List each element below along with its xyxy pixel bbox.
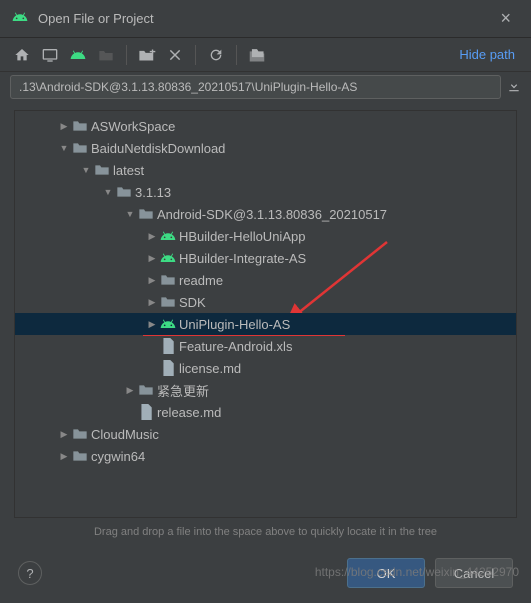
toolbar: Hide path [0, 38, 531, 72]
tree-row[interactable]: ▼ 3.1.13 [15, 181, 516, 203]
file-icon [137, 404, 155, 420]
new-folder-icon[interactable] [135, 43, 159, 67]
tree-row[interactable]: ▶ cygwin64 [15, 445, 516, 467]
tree-label: UniPlugin-Hello-AS [177, 317, 290, 332]
twistie-icon[interactable]: ▶ [57, 451, 71, 462]
tree-row[interactable]: ▼ latest [15, 159, 516, 181]
folder-icon [115, 185, 133, 199]
tree-label: 紧急更新 [155, 381, 209, 400]
twistie-icon[interactable]: ▼ [101, 187, 115, 197]
separator [236, 45, 237, 65]
titlebar: Open File or Project × [0, 0, 531, 38]
twistie-icon[interactable]: ▶ [145, 231, 159, 242]
tree-row[interactable]: ▶ HBuilder-HelloUniApp [15, 225, 516, 247]
folder-icon [71, 119, 89, 133]
tree-label: ASWorkSpace [89, 119, 175, 134]
module-icon[interactable] [94, 43, 118, 67]
tree-row[interactable]: ▶ HBuilder-Integrate-AS [15, 247, 516, 269]
twistie-icon[interactable]: ▶ [57, 121, 71, 132]
file-tree[interactable]: ▶ ASWorkSpace ▼ BaiduNetdiskDownload ▼ latest… [14, 110, 517, 518]
android-icon [159, 316, 177, 332]
tree-label: license.md [177, 361, 241, 376]
tree-label: release.md [155, 405, 221, 420]
folder-icon [137, 383, 155, 397]
tree-row[interactable]: ▶ CloudMusic [15, 423, 516, 445]
folder-icon [71, 449, 89, 463]
tree-label: HBuilder-HelloUniApp [177, 229, 305, 244]
twistie-icon[interactable]: ▶ [57, 429, 71, 440]
refresh-icon[interactable] [204, 43, 228, 67]
tree-label: readme [177, 273, 223, 288]
folder-icon [71, 427, 89, 441]
dialog-title: Open File or Project [38, 11, 492, 26]
tree-label: SDK [177, 295, 206, 310]
desktop-icon[interactable] [38, 43, 62, 67]
tree-row[interactable]: Feature-Android.xls [15, 335, 516, 357]
tree-row[interactable]: ▼ BaiduNetdiskDownload [15, 137, 516, 159]
close-icon[interactable]: × [492, 6, 519, 31]
twistie-icon[interactable]: ▼ [79, 165, 93, 175]
folder-icon [137, 207, 155, 221]
tree-label: latest [111, 163, 144, 178]
twistie-icon[interactable]: ▼ [123, 209, 137, 219]
tree-row[interactable]: ▶ UniPlugin-Hello-AS [15, 313, 516, 335]
delete-icon[interactable] [163, 43, 187, 67]
tree-label: HBuilder-Integrate-AS [177, 251, 306, 266]
pathbar [0, 72, 531, 102]
folder-icon [159, 295, 177, 309]
path-input[interactable] [10, 75, 501, 99]
tree-label: cygwin64 [89, 449, 145, 464]
watermark: https://blog.csdn.net/weixin_44252970 [315, 565, 519, 579]
tree-label: Android-SDK@3.1.13.80836_20210517 [155, 207, 387, 222]
twistie-icon[interactable]: ▼ [57, 143, 71, 153]
folder-icon [159, 273, 177, 287]
twistie-icon[interactable]: ▶ [145, 253, 159, 264]
download-icon[interactable] [507, 78, 521, 97]
separator [126, 45, 127, 65]
show-hidden-icon[interactable] [245, 43, 269, 67]
folder-icon [93, 163, 111, 177]
tree-row[interactable]: license.md [15, 357, 516, 379]
hint-text: Drag and drop a file into the space abov… [0, 522, 531, 548]
twistie-icon[interactable]: ▶ [123, 385, 137, 396]
twistie-icon[interactable]: ▶ [145, 319, 159, 330]
separator [195, 45, 196, 65]
folder-icon [71, 141, 89, 155]
tree-label: CloudMusic [89, 427, 159, 442]
twistie-icon[interactable]: ▶ [145, 275, 159, 286]
home-icon[interactable] [10, 43, 34, 67]
tree-label: 3.1.13 [133, 185, 171, 200]
tree-row[interactable]: ▼ Android-SDK@3.1.13.80836_20210517 [15, 203, 516, 225]
tree-row[interactable]: ▶ SDK [15, 291, 516, 313]
tree-label: Feature-Android.xls [177, 339, 292, 354]
tree-row[interactable]: ▶ ASWorkSpace [15, 115, 516, 137]
tree-row[interactable]: release.md [15, 401, 516, 423]
tree-label: BaiduNetdiskDownload [89, 141, 225, 156]
android-icon [159, 250, 177, 266]
help-button[interactable]: ? [18, 561, 42, 585]
tree-row[interactable]: ▶ readme [15, 269, 516, 291]
project-icon[interactable] [66, 43, 90, 67]
file-icon [159, 360, 177, 376]
android-logo-icon [12, 9, 28, 28]
android-icon [159, 228, 177, 244]
twistie-icon[interactable]: ▶ [145, 297, 159, 308]
hide-path-link[interactable]: Hide path [459, 47, 521, 62]
tree-row[interactable]: ▶ 紧急更新 [15, 379, 516, 401]
file-icon [159, 338, 177, 354]
